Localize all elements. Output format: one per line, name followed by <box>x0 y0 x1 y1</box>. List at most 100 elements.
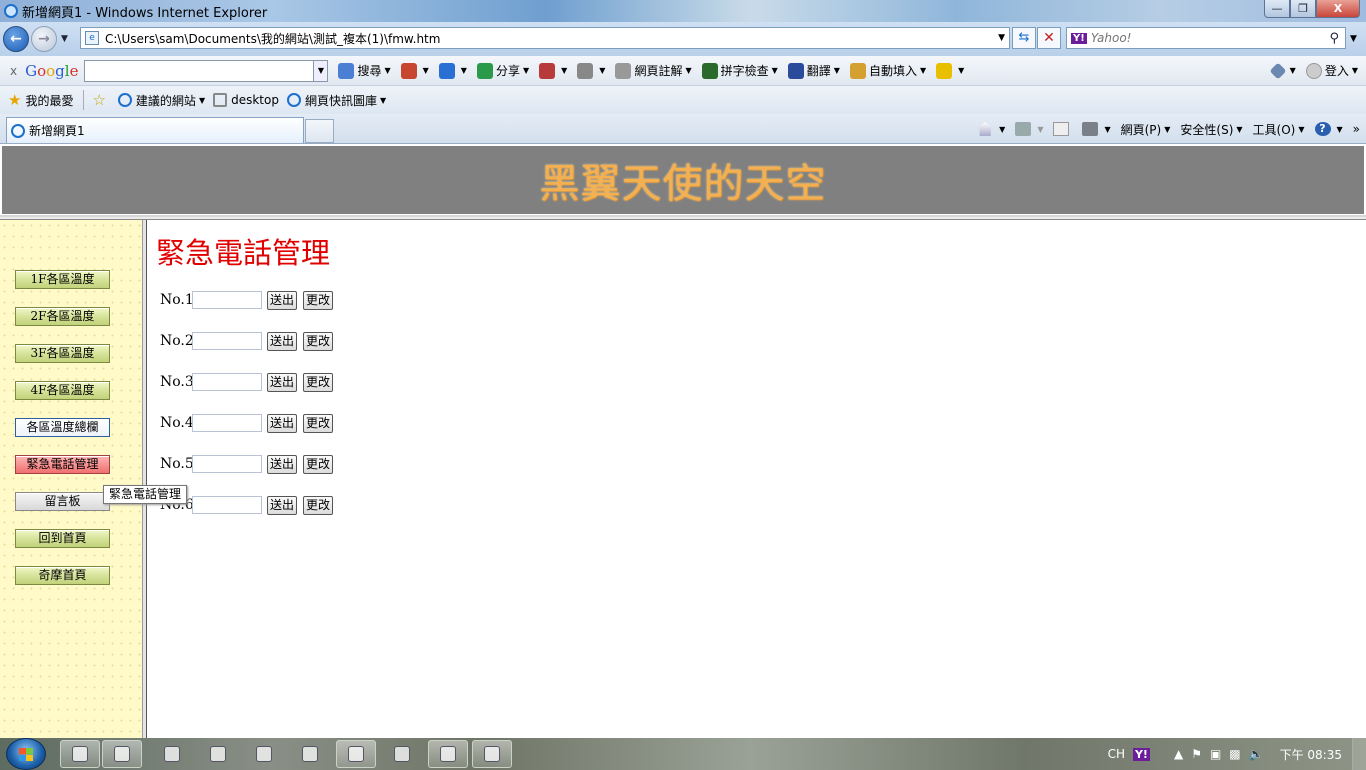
gtoolbar-item-3[interactable]: 分享 ▼ <box>476 62 529 79</box>
phone-row: No.4 送出 更改 <box>160 412 339 434</box>
search-icon[interactable]: ⚲ <box>1329 31 1339 46</box>
safety-menu[interactable]: 安全性(S) ▼ <box>1180 121 1242 138</box>
gtoolbar-item-5[interactable]: ▼ <box>577 62 605 79</box>
edit-button[interactable]: 更改 <box>303 372 334 392</box>
phone-input[interactable] <box>192 332 262 350</box>
fav-item-web-slice-gallery[interactable]: 網頁快訊圖庫 ▼ <box>286 92 386 109</box>
ie-page-icon <box>117 93 132 107</box>
gtoolbar-item-8[interactable]: 翻譯 ▼ <box>787 62 840 79</box>
wrench-icon[interactable]: ▼ <box>1269 62 1296 79</box>
nav-button-3[interactable]: 4F各區溫度 <box>15 381 110 400</box>
phone-input[interactable] <box>192 373 262 391</box>
gtoolbar-item-6[interactable]: 網頁註解 ▼ <box>615 62 692 79</box>
nav-button-1[interactable]: 2F各區溫度 <box>15 307 110 326</box>
language-indicator[interactable]: CH <box>1108 747 1125 761</box>
tools-menu[interactable]: 工具(O) ▼ <box>1253 121 1305 138</box>
nav-button-5[interactable]: 緊急電話管理 <box>15 455 110 474</box>
close-button[interactable]: X <box>1316 0 1360 18</box>
signin-button[interactable]: 登入 ▼ <box>1305 62 1358 79</box>
explorer-folder-icon[interactable] <box>102 740 142 768</box>
frame-border[interactable] <box>143 220 147 738</box>
edit-button[interactable]: 更改 <box>303 454 334 474</box>
nav-button-0[interactable]: 1F各區溫度 <box>15 270 110 289</box>
nav-button-2[interactable]: 3F各區溫度 <box>15 344 110 363</box>
keyboard-icon[interactable] <box>244 740 284 768</box>
window-title-bar: 新增網頁1 - Windows Internet Explorer — ❐ X <box>0 0 1366 22</box>
hp-icon[interactable] <box>198 740 238 768</box>
google-search-icon <box>338 62 355 79</box>
chevron-more-icon[interactable]: » <box>1353 122 1360 136</box>
media-player-icon[interactable] <box>152 740 192 768</box>
close-toolbar-icon[interactable]: x <box>10 64 17 78</box>
nav-button-7[interactable]: 回到首頁 <box>15 529 110 548</box>
check-app-icon[interactable] <box>290 740 330 768</box>
edit-button[interactable]: 更改 <box>303 495 334 515</box>
stop-button[interactable]: ✕ <box>1037 27 1061 49</box>
send-button[interactable]: 送出 <box>267 372 298 392</box>
phone-input[interactable] <box>192 414 262 432</box>
gtoolbar-item-1[interactable]: ▼ <box>400 62 429 79</box>
add-favorite-icon[interactable]: ☆ <box>92 91 109 109</box>
address-url[interactable]: C:\Users\sam\Documents\我的網站\測試_複本(1)\fmw… <box>105 30 440 47</box>
phone-label: No.2 <box>160 333 194 349</box>
network-icon[interactable]: ▩ <box>1229 747 1240 761</box>
phone-input[interactable] <box>192 455 262 473</box>
address-dropdown-icon[interactable]: ▼ <box>998 33 1005 43</box>
nav-button-6[interactable]: 留言板 <box>15 492 110 511</box>
history-dropdown-icon[interactable]: ▼ <box>61 34 68 44</box>
gtoolbar-item-10[interactable]: ▼ <box>936 62 964 79</box>
app-window-icon[interactable] <box>336 740 376 768</box>
minimize-button[interactable]: — <box>1264 0 1290 18</box>
word-icon[interactable] <box>472 740 512 768</box>
clock[interactable]: 下午 08:35 <box>1280 746 1342 763</box>
google-search-dropdown-icon[interactable]: ▼ <box>314 59 329 82</box>
gtoolbar-item-7[interactable]: 拼字檢查 ▼ <box>701 62 778 79</box>
rss-feed-icon[interactable]: ▼ <box>1015 122 1043 136</box>
print-icon[interactable]: ▼ <box>1082 122 1111 136</box>
favorites-button[interactable]: ★ 我的最愛 <box>8 91 73 109</box>
mail-icon[interactable] <box>1053 122 1072 136</box>
phone-input[interactable] <box>192 496 262 514</box>
new-tab-button[interactable] <box>305 119 334 143</box>
send-button[interactable]: 送出 <box>267 290 298 310</box>
gtoolbar-item-4[interactable]: ▼ <box>539 62 567 79</box>
home-icon[interactable]: ▼ <box>977 122 1005 136</box>
fav-item-desktop[interactable]: desktop <box>213 93 279 107</box>
send-button[interactable]: 送出 <box>267 454 298 474</box>
fav-item-suggested-sites[interactable]: 建議的網站 ▼ <box>117 92 205 109</box>
volume-icon[interactable]: 🔈 <box>1249 747 1264 761</box>
nav-button-4[interactable]: 各區溫度總欄 <box>15 418 110 437</box>
show-desktop-button[interactable] <box>1352 738 1366 770</box>
tray-arrow-icon[interactable]: ▲ <box>1174 747 1183 761</box>
search-provider-dropdown-icon[interactable]: ▼ <box>1350 34 1357 44</box>
send-button[interactable]: 送出 <box>267 331 298 351</box>
edit-button[interactable]: 更改 <box>303 413 334 433</box>
gtoolbar-item-9[interactable]: 自動填入 ▼ <box>849 62 926 79</box>
google-search-input[interactable] <box>84 59 315 82</box>
address-field[interactable]: e C:\Users\sam\Documents\我的網站\測試_複本(1)\f… <box>80 27 1010 49</box>
gtoolbar-item-0[interactable]: 搜尋 ▼ <box>338 62 391 79</box>
ie-icon[interactable] <box>60 740 100 768</box>
phone-input[interactable] <box>192 291 262 309</box>
help-icon[interactable]: ? ▼ <box>1314 122 1343 136</box>
messenger-icon[interactable] <box>428 740 468 768</box>
nav-button-8[interactable]: 奇摩首頁 <box>15 566 110 585</box>
gtoolbar-item-2[interactable]: ▼ <box>438 62 467 79</box>
page-menu[interactable]: 網頁(P) ▼ <box>1121 121 1171 138</box>
yahoo-tray-icon[interactable]: Y! <box>1132 747 1150 761</box>
search-input[interactable] <box>1090 31 1311 45</box>
windows-start-icon[interactable] <box>6 738 46 770</box>
search-box[interactable]: Y! ⚲ <box>1066 27 1346 49</box>
forward-button[interactable]: → <box>31 26 57 52</box>
send-button[interactable]: 送出 <box>267 495 298 515</box>
tab-active[interactable]: 新增網頁1 <box>6 117 304 143</box>
back-button[interactable]: ← <box>3 26 29 52</box>
refresh-button[interactable]: ⇆ <box>1012 27 1036 49</box>
edit-button[interactable]: 更改 <box>303 331 334 351</box>
edit-button[interactable]: 更改 <box>303 290 334 310</box>
orange-app-icon[interactable] <box>382 740 422 768</box>
device-icon[interactable]: ▣ <box>1210 747 1221 761</box>
send-button[interactable]: 送出 <box>267 413 298 433</box>
flag-icon[interactable]: ⚑ <box>1191 747 1202 761</box>
maximize-button[interactable]: ❐ <box>1290 0 1316 18</box>
